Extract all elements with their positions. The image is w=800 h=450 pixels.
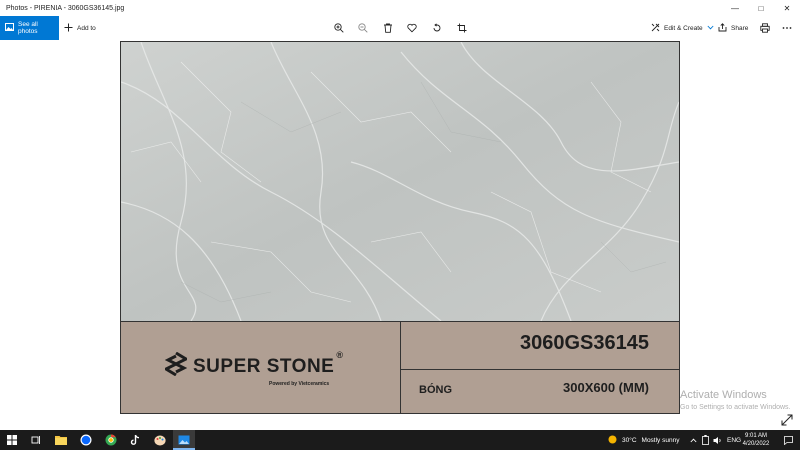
- expand-icon[interactable]: [781, 413, 793, 426]
- edit-create-icon: [651, 23, 660, 34]
- brand-name: SUPER STONE®: [193, 349, 344, 377]
- taskbar-photos-icon[interactable]: [177, 433, 191, 447]
- brand-tagline: Powered by Vietceramics: [269, 381, 330, 387]
- heart-icon[interactable]: [404, 20, 420, 36]
- maximize-button[interactable]: □: [748, 0, 774, 16]
- tray-chevron-icon[interactable]: [690, 430, 697, 450]
- edit-create-button[interactable]: Edit & Create: [651, 16, 714, 40]
- edit-create-label: Edit & Create: [664, 24, 703, 32]
- taskbar-clock[interactable]: 9:01 AM 4/20/2022: [738, 432, 774, 448]
- paint-icon[interactable]: [153, 433, 167, 447]
- tiktok-icon[interactable]: [128, 433, 142, 447]
- watermark-line1: Activate Windows: [680, 389, 767, 401]
- product-code: 3060GS36145: [519, 332, 649, 354]
- super-stone-logo-icon: [162, 351, 190, 381]
- rotate-icon[interactable]: [429, 20, 445, 36]
- clock-time: 9:01 AM: [744, 433, 767, 439]
- see-all-photos-label: See all photos: [18, 21, 38, 35]
- notifications-icon[interactable]: [784, 430, 793, 450]
- activate-windows-watermark: Activate Windows Go to Settings to activ…: [680, 389, 791, 411]
- product-size: 300X600 (MM): [563, 380, 649, 395]
- weather-desc: Mostly sunny: [641, 436, 680, 444]
- photo-canvas[interactable]: SUPER STONE® Powered by Vietceramics 306…: [120, 41, 680, 414]
- battery-icon[interactable]: [702, 430, 709, 450]
- zalo-icon[interactable]: [79, 433, 93, 447]
- photos-icon: [5, 23, 14, 33]
- see-all-photos-button[interactable]: See all photos: [0, 16, 59, 40]
- marble-image: [121, 42, 679, 321]
- label-divider-horizontal: [400, 369, 679, 370]
- file-explorer-icon[interactable]: [54, 433, 68, 447]
- printer-icon[interactable]: [757, 20, 773, 36]
- toolbar: See all photos Add to Edit & Create Shar…: [0, 16, 800, 40]
- crop-icon[interactable]: [454, 20, 470, 36]
- weather-widget[interactable]: 30°C Mostly sunny: [607, 430, 679, 450]
- watermark-line2: Go to Settings to activate Windows.: [680, 404, 791, 411]
- super-stone-logo: SUPER STONE®: [162, 349, 344, 381]
- title-bar: Photos - PIRENIA - 3060GS36145.jpg — □ ✕: [0, 0, 800, 16]
- add-to-button[interactable]: Add to: [64, 16, 96, 40]
- product-label-band: SUPER STONE® Powered by Vietceramics 306…: [121, 321, 679, 413]
- more-icon[interactable]: [779, 20, 795, 36]
- volume-icon[interactable]: [713, 430, 722, 450]
- task-view-icon[interactable]: [29, 433, 43, 447]
- close-button[interactable]: ✕: [774, 0, 800, 16]
- minimize-button[interactable]: —: [722, 0, 748, 16]
- share-label: Share: [731, 24, 749, 32]
- plus-icon: [64, 23, 73, 34]
- share-icon: [718, 22, 727, 34]
- add-to-label: Add to: [77, 24, 96, 32]
- chrome-icon[interactable]: [104, 433, 118, 447]
- windows-start-icon[interactable]: [5, 433, 19, 447]
- registered-mark: ®: [336, 349, 344, 360]
- zoom-out-icon[interactable]: [355, 20, 371, 36]
- trash-icon[interactable]: [380, 20, 396, 36]
- taskbar: 30°C Mostly sunny ENG 9:01 AM 4/20/2022: [0, 430, 800, 450]
- label-divider-vertical: [400, 322, 401, 413]
- chevron-down-icon: [707, 25, 714, 32]
- product-finish: BÓNG: [419, 384, 452, 396]
- weather-temp: 30°C: [622, 436, 637, 444]
- zoom-in-icon[interactable]: [331, 20, 347, 36]
- sun-icon: [607, 434, 618, 447]
- share-button[interactable]: Share: [718, 16, 748, 40]
- window-title: Photos - PIRENIA - 3060GS36145.jpg: [6, 4, 125, 12]
- clock-date: 4/20/2022: [742, 441, 770, 447]
